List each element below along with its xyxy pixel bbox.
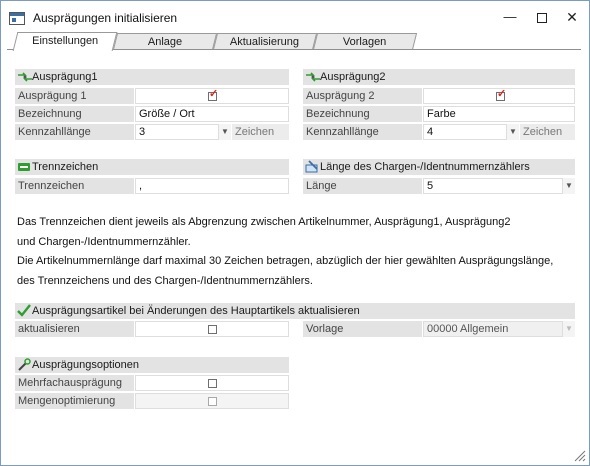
info-line: Die Artikelnummernlänge darf maximal 30 … [17, 255, 554, 267]
update-checkbox[interactable] [208, 325, 217, 334]
quantity-field [135, 393, 289, 409]
counter-length-dropdown-button[interactable]: ▼ [563, 178, 575, 194]
template-select[interactable]: 00000 Allgemein [423, 321, 563, 337]
counter-length-select[interactable]: 5 [423, 178, 563, 194]
info-text: Das Trennzeichen dient jeweils als Abgre… [17, 213, 577, 291]
auspraegung2-active-label: Ausprägung 2 [303, 88, 422, 104]
title-bar[interactable]: Ausprägungen initialisieren — ✕ [1, 1, 589, 31]
auspraegung1-name-label: Bezeichnung [15, 106, 134, 122]
tab-aktualisierung[interactable]: Aktualisierung [212, 33, 318, 50]
template-dropdown-button[interactable]: ▼ [563, 321, 575, 337]
auspraegung2-name-label: Bezeichnung [303, 106, 422, 122]
section-counter-length-header: Länge des Chargen-/Identnummernzählers [303, 159, 575, 175]
window-title: Ausprägungen initialisieren [33, 11, 178, 25]
link-arrows-icon [305, 70, 320, 84]
auspraegung2-length-dropdown-button[interactable]: ▼ [507, 124, 519, 140]
section-trennzeichen-header: Trennzeichen [15, 159, 289, 175]
quantity-label: Mengenoptimierung [15, 393, 134, 409]
check-mark-icon: ✓ [209, 88, 219, 100]
auspraegung2-length-label: Kennzahllänge [303, 124, 422, 140]
counter-length-label: Länge [303, 178, 422, 194]
tab-anlage[interactable]: Anlage [112, 33, 218, 50]
update-field [135, 321, 289, 337]
auspraegung1-length-unit: Zeichen [232, 124, 289, 140]
section-auspraegung2-header: Ausprägung2 [303, 69, 575, 85]
maximize-icon [537, 12, 547, 23]
dialog-window: Ausprägungen initialisieren — ✕ Einstell… [0, 0, 590, 466]
maximize-button[interactable] [528, 6, 556, 28]
checkmark-icon [17, 304, 31, 318]
check-mark-icon: ✓ [497, 88, 507, 100]
separator-icon [17, 160, 31, 174]
auspraegung2-length-unit: Zeichen [520, 124, 575, 140]
counter-icon [305, 160, 319, 174]
auspraegung1-length-dropdown-button[interactable]: ▼ [219, 124, 231, 140]
section-options-header: Ausprägungsoptionen [15, 357, 289, 373]
app-window-icon [9, 12, 25, 25]
close-button[interactable]: ✕ [558, 6, 586, 28]
trennzeichen-label: Trennzeichen [15, 178, 134, 194]
update-label: aktualisieren [15, 321, 134, 337]
tab-einstellungen[interactable]: Einstellungen [12, 32, 118, 51]
multi-checkbox[interactable] [208, 379, 217, 388]
auspraegung1-length-select[interactable]: 3 [135, 124, 219, 140]
auspraegung1-name-input[interactable]: Größe / Ort [135, 106, 289, 122]
section-update-header: Ausprägungsartikel bei Änderungen des Ha… [15, 303, 575, 319]
tools-icon [17, 358, 31, 372]
auspraegung2-active-field: ✓ [423, 88, 575, 104]
auspraegung2-length-select[interactable]: 4 [423, 124, 507, 140]
minimize-button[interactable]: — [496, 6, 524, 28]
auspraegung1-active-label: Ausprägung 1 [15, 88, 134, 104]
quantity-checkbox[interactable] [208, 397, 217, 406]
link-arrows-icon [17, 70, 32, 84]
template-label: Vorlage [303, 321, 422, 337]
multi-label: Mehrfachausprägung [15, 375, 134, 391]
resize-grip-icon[interactable] [572, 448, 586, 462]
auspraegung1-active-field: ✓ [135, 88, 289, 104]
info-line: des Trennzeichens und des Chargen-/Ident… [17, 274, 313, 287]
section-auspraegung1-header: Ausprägung1 [15, 69, 289, 85]
trennzeichen-input[interactable]: , [135, 178, 289, 194]
info-line: Das Trennzeichen dient jeweils als Abgre… [17, 216, 511, 228]
info-line: und Chargen-/Identnummernzähler. [17, 235, 191, 248]
multi-field [135, 375, 289, 391]
auspraegung1-length-label: Kennzahllänge [15, 124, 134, 140]
tab-vorlagen[interactable]: Vorlagen [312, 33, 418, 50]
auspraegung2-name-input[interactable]: Farbe [423, 106, 575, 122]
